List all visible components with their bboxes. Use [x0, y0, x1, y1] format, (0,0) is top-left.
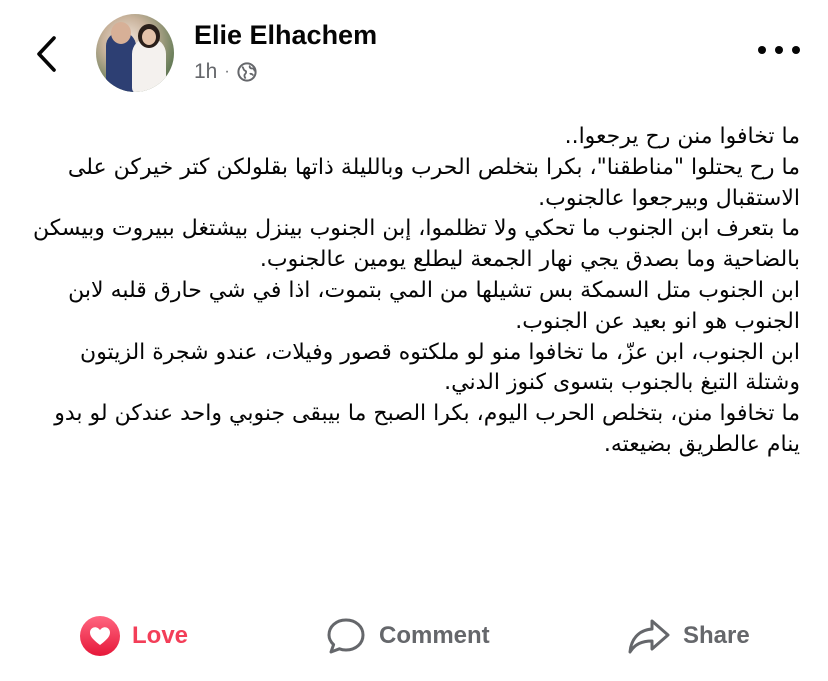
comment-label: Comment: [379, 622, 490, 649]
avatar-figure-bride-face: [142, 29, 156, 45]
love-button[interactable]: Love: [80, 616, 188, 656]
author-name[interactable]: Elie Elhachem: [194, 20, 377, 51]
meta-separator: ·: [224, 63, 230, 80]
more-options-button[interactable]: [758, 40, 800, 60]
love-label: Love: [132, 622, 189, 649]
share-icon: [628, 619, 670, 654]
comment-button[interactable]: Comment: [325, 616, 490, 656]
post-time[interactable]: 1h: [194, 60, 217, 84]
post-paragraph: ما تخافوا منن، بتخلص الحرب اليوم، بكرا ا…: [54, 401, 800, 457]
post-meta: 1h ·: [194, 60, 257, 84]
more-horizontal-icon-dot: [775, 46, 783, 54]
post-paragraph: ما بتعرف ابن الجنوب ما تحكي ولا تظلموا، …: [33, 216, 800, 273]
avatar[interactable]: [96, 14, 174, 92]
more-horizontal-icon: [758, 46, 766, 54]
post-paragraph: ابن الجنوب، ابن عزّ، ما تخافوا منو لو مل…: [80, 339, 800, 396]
post-header: Elie Elhachem 1h ·: [0, 0, 828, 110]
post-actions-bar: Love Comment Share: [0, 610, 828, 670]
share-button[interactable]: Share: [627, 616, 750, 656]
post-paragraph: ما رح يحتلوا "مناطقنا"، بكرا بتخلص الحرب…: [67, 154, 800, 211]
post-text: ما تخافوا منن رح يرجعوا.. ما رح يحتلوا "…: [30, 122, 800, 461]
globe-icon: [237, 62, 257, 82]
post-paragraph: ما تخافوا منن رح يرجعوا..: [564, 124, 800, 149]
avatar-figure-groom-head: [111, 22, 131, 44]
back-button[interactable]: [30, 32, 64, 76]
chevron-left-icon: [37, 36, 56, 72]
heart-icon: [90, 627, 110, 645]
post-paragraph: ابن الجنوب متل السمكة بس تشيلها من المي …: [68, 277, 800, 334]
comment-icon: [327, 618, 365, 654]
share-label: Share: [683, 622, 750, 649]
love-reaction-icon: [80, 616, 120, 656]
more-horizontal-icon-dot: [792, 46, 800, 54]
